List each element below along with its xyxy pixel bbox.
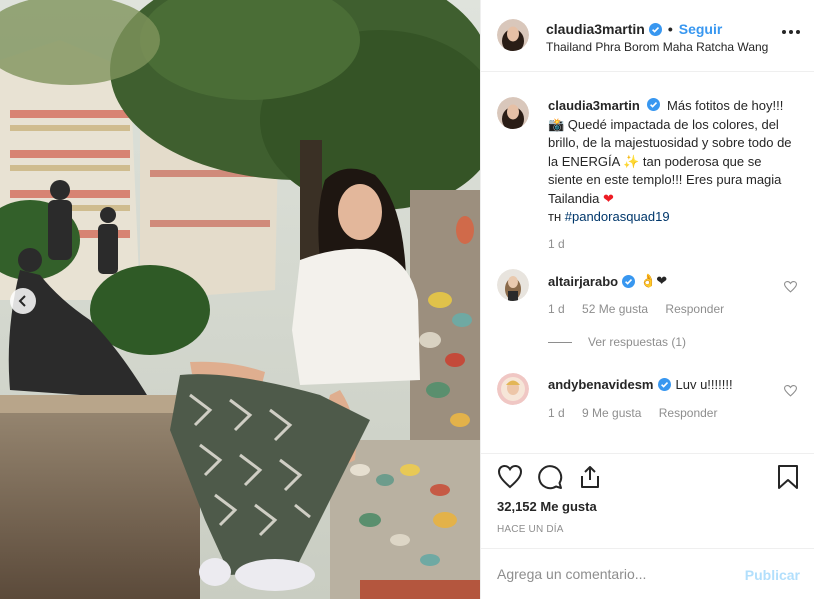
comments-list[interactable]: claudia3martin Más fotitos de hoy!!! 📸 Q… — [481, 73, 814, 453]
chevron-left-icon — [18, 295, 26, 307]
bookmark-icon[interactable] — [777, 464, 799, 490]
author-avatar[interactable] — [497, 19, 529, 51]
caption-username[interactable]: claudia3martin — [548, 98, 640, 113]
comment-meta: 1 d 52 Me gusta Responder — [548, 302, 738, 316]
comment-item: andybenavidesm Luv u!!!!!!! 1 d 9 Me gus… — [497, 373, 797, 433]
commenter-avatar[interactable] — [497, 269, 529, 301]
author-username[interactable]: claudia3martin — [546, 21, 645, 37]
temple-photo-illustration — [0, 0, 480, 599]
comment-username[interactable]: andybenavidesm — [548, 377, 654, 392]
heart-emoji-icon: ❤ — [602, 190, 614, 206]
comment-reply-button[interactable]: Responder — [659, 406, 718, 420]
comment-meta: 1 d 9 Me gusta Responder — [548, 406, 731, 420]
comment-time[interactable]: 1 d — [548, 406, 565, 420]
separator-dot: • — [667, 21, 673, 37]
post-caption: claudia3martin Más fotitos de hoy!!! 📸 Q… — [497, 97, 797, 227]
caption-text: claudia3martin Más fotitos de hoy!!! 📸 Q… — [548, 97, 797, 227]
comment-reply-button[interactable]: Responder — [665, 302, 724, 316]
comment-item: altairjarabo 👌❤ 1 d 52 Me gusta Responde… — [497, 269, 797, 329]
comment-likes[interactable]: 9 Me gusta — [582, 406, 641, 420]
caption-time[interactable]: 1 d — [548, 237, 565, 251]
comment-like-heart-icon[interactable] — [784, 281, 797, 293]
comment-like-heart-icon[interactable] — [784, 385, 797, 397]
verified-badge-icon — [657, 378, 671, 391]
post-timestamp[interactable]: HACE UN DÍA — [497, 524, 564, 535]
view-replies-label: Ver respuestas (1) — [588, 335, 687, 349]
carousel-prev-button[interactable] — [10, 288, 36, 314]
comment-text: 👌❤ — [640, 273, 668, 288]
post-header: claudia3martin • Seguir Thailand Phra Bo… — [481, 0, 814, 72]
caption-th: ᴛʜ — [548, 209, 562, 224]
comment-line: andybenavidesm Luv u!!!!!!! — [548, 377, 733, 392]
view-replies-button[interactable]: Ver respuestas (1) — [548, 335, 686, 349]
caption-body: Más fotitos de hoy!!! 📸 Quedé impactada … — [548, 98, 792, 206]
share-icon[interactable] — [577, 464, 603, 490]
likes-count[interactable]: 32,152 Me gusta — [497, 499, 597, 514]
add-comment-bar: Publicar — [481, 548, 814, 599]
publish-button[interactable]: Publicar — [745, 567, 800, 583]
post-location[interactable]: Thailand Phra Borom Maha Ratcha Wang — [546, 40, 768, 54]
follow-button[interactable]: Seguir — [679, 21, 723, 37]
post-side-panel: claudia3martin • Seguir Thailand Phra Bo… — [480, 0, 814, 599]
replies-divider-line — [548, 341, 572, 343]
comment-username[interactable]: altairjarabo — [548, 274, 618, 289]
like-heart-icon[interactable] — [497, 464, 523, 490]
caption-hashtag[interactable]: #pandorasquad19 — [565, 209, 670, 224]
post-actions: 32,152 Me gusta HACE UN DÍA — [481, 453, 814, 548]
caption-avatar[interactable] — [497, 97, 529, 129]
verified-badge-icon — [647, 98, 661, 111]
commenter-avatar[interactable] — [497, 373, 529, 405]
comment-likes[interactable]: 52 Me gusta — [582, 302, 648, 316]
comment-time[interactable]: 1 d — [548, 302, 565, 316]
comment-bubble-icon[interactable] — [537, 464, 563, 490]
comment-line: altairjarabo 👌❤ — [548, 273, 667, 289]
verified-badge-icon — [622, 274, 636, 288]
comment-input[interactable] — [497, 562, 727, 586]
verified-badge-icon — [648, 22, 662, 36]
more-options-icon[interactable] — [782, 30, 800, 36]
post-photo[interactable] — [0, 0, 480, 599]
comment-text: Luv u!!!!!!! — [675, 377, 733, 392]
author-line: claudia3martin • Seguir — [546, 21, 722, 37]
